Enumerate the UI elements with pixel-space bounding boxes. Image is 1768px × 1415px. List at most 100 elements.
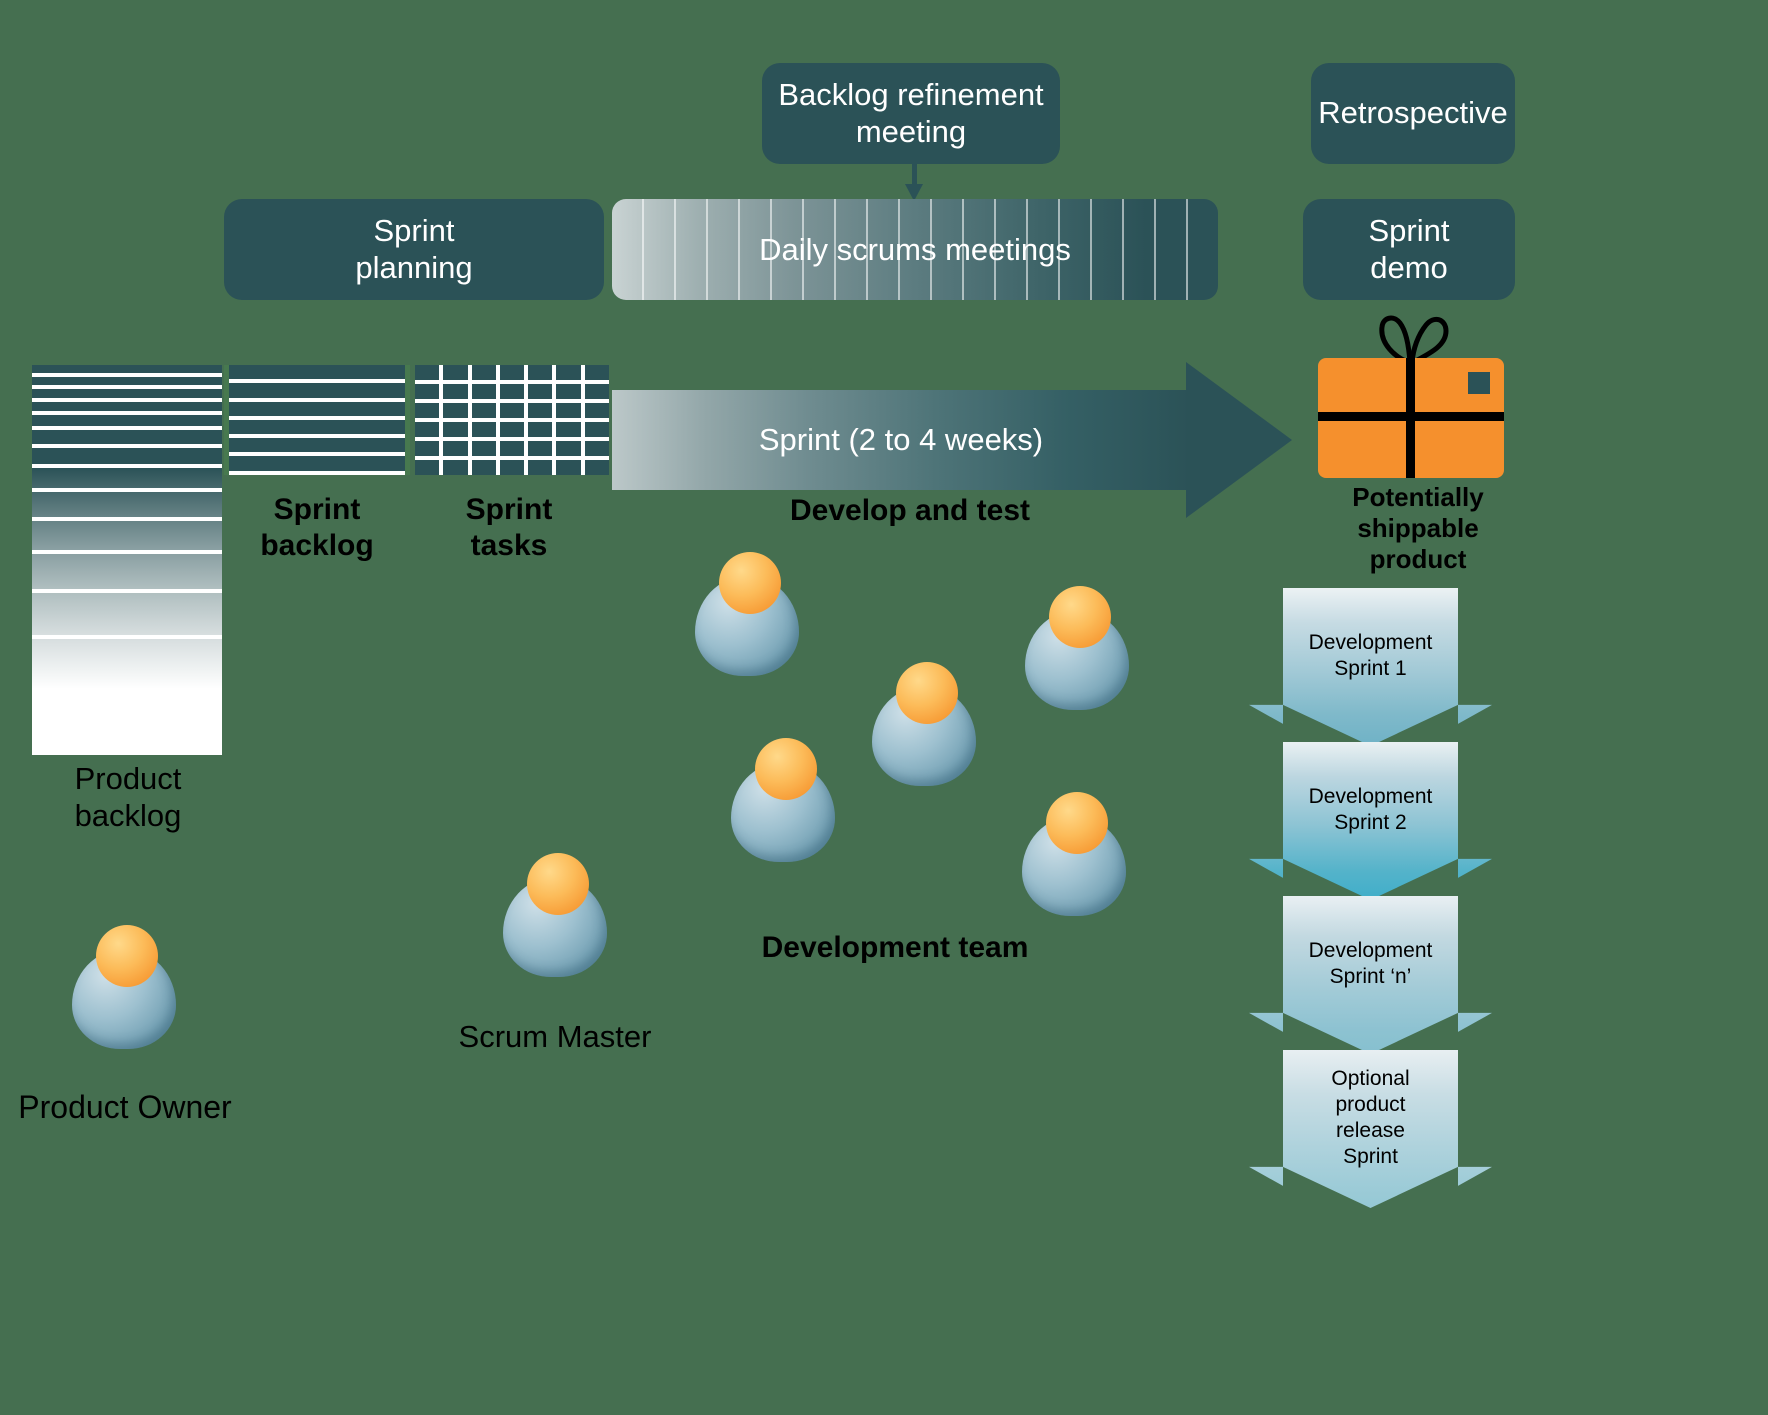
sprint-task-cell [499,403,525,418]
person-icon [872,662,976,786]
sprint-task-cell [415,403,440,418]
shippable-line1: Potentially [1352,482,1484,512]
sprint-stack-line1: Development [1308,938,1433,962]
product-backlog-row [32,376,222,389]
product-backlog-line2: backlog [74,798,182,834]
product-backlog-stack[interactable] [32,365,222,755]
product-backlog-row [32,468,222,493]
sprint-tasks-grid[interactable] [415,365,609,475]
sprint-demo-label: Sprint demo [1369,213,1450,286]
sprint-task-cell [584,384,609,399]
product-backlog-row [32,415,222,431]
sprint-task-cell [443,441,468,456]
arrow-right-icon [1186,362,1292,518]
sprint-stack-wing-r [1458,704,1492,724]
sprint-backlog-line1: Sprint [273,493,361,526]
sprint-stack-line2: Sprint 1 [1334,657,1407,680]
sprint-sequence-stack: Development Sprint 1 Development Sprint 2 De… [1249,588,1492,1208]
sprint-task-cell [415,460,440,475]
sprint-backlog-line2: backlog [260,529,374,562]
person-head [96,925,158,987]
sprint-task-cell [556,384,581,399]
sprint-stack-wing-r [1458,858,1492,878]
sprint-stack-item[interactable]: Optional product release Sprint [1249,1050,1492,1208]
sprint-backlog-stack[interactable] [224,365,410,475]
sprint-task-cell [499,460,525,475]
person-icon [1022,792,1126,916]
shippable-line3: product [1369,544,1467,575]
sprint-stack-item[interactable]: Development Sprint 1 [1249,588,1492,746]
sprint-backlog-row [229,401,405,420]
person-icon [695,552,799,676]
sprint-task-cell [528,460,553,475]
sprint-task-cell [556,460,581,475]
product-backlog-row [32,692,222,755]
sprint-task-cell [443,422,468,437]
product-backlog-row [32,447,222,469]
sprint-task-cell [584,403,609,418]
sprint-task-cell [471,441,496,456]
sprint-stack-label: Development Sprint 2 [1309,784,1433,859]
sprint-stack-item[interactable]: Development Sprint ‘n’ [1249,896,1492,1054]
product-owner-label: Product Owner [18,1089,232,1125]
person-icon [503,853,607,977]
arrow-down-icon [903,160,925,204]
development-team-label: Development team [761,931,1029,964]
product-backlog-row [32,365,222,377]
sprint-task-cell [528,365,553,380]
sprint-stack-line4: Sprint [1343,1145,1398,1169]
shippable-product-label: Potentially shippable product [1318,482,1518,576]
sprint-stack-label: Development Sprint ‘n’ [1309,938,1433,1013]
sprint-stack-wing-l [1249,704,1283,724]
product-backlog-row [32,492,222,521]
daily-scrums-label: Daily scrums meetings [759,231,1071,267]
shippable-line2: shippable [1357,513,1479,544]
gift-tag-square [1468,372,1490,394]
person-icon [731,738,835,862]
sprint-stack-wing-r [1458,1166,1492,1186]
product-backlog-row [32,520,222,554]
sprint-stack-line2: Sprint ‘n’ [1329,965,1412,988]
daily-scrums-bar[interactable]: Daily scrums meetings [612,199,1218,300]
sprint-task-cell [556,365,581,380]
sprint-stack-label: Development Sprint 1 [1309,630,1433,705]
sprint-task-cell [471,422,496,437]
sprint-task-cell [471,460,496,475]
product-backlog-row [32,553,222,594]
product-backlog-row [32,388,222,402]
sprint-task-cell [499,441,525,456]
sprint-tasks-line2: tasks [470,529,548,562]
sprint-task-cell [443,365,468,380]
sprint-planning-box[interactable]: Sprint planning [224,199,604,300]
sprint-tasks-line1: Sprint [465,493,553,526]
gift-icon[interactable] [1318,315,1504,478]
sprint-task-cell [584,441,609,456]
sprint-task-cell [415,384,440,399]
product-backlog-row [32,593,222,640]
backlog-refinement-box[interactable]: Backlog refinement meeting [762,63,1060,164]
sprint-stack-item[interactable]: Development Sprint 2 [1249,742,1492,900]
sprint-task-cell [556,403,581,418]
person-head [527,853,589,915]
sprint-demo-box[interactable]: Sprint demo [1303,199,1515,300]
person-icon [1025,586,1129,710]
sprint-task-cell [556,422,581,437]
retrospective-box[interactable]: Retrospective [1311,63,1515,164]
sprint-backlog-label: Sprint backlog [226,492,408,564]
sprint-backlog-row [229,383,405,402]
product-backlog-row [32,430,222,448]
sprint-task-cell [499,384,525,399]
sprint-backlog-row [229,456,405,475]
sprint-task-cell [471,403,496,418]
sprint-demo-line1: Sprint [1368,212,1450,248]
sprint-stack-wing-l [1249,1012,1283,1032]
sprint-task-cell [584,365,609,380]
sprint-task-cell [528,441,553,456]
sprint-stack-line1: Development [1308,784,1433,808]
diagram-canvas: Backlog refinement meeting Retrospective… [0,0,1768,1415]
sprint-task-cell [415,441,440,456]
sprint-tasks-label: Sprint tasks [418,492,600,564]
sprint-task-cell [415,422,440,437]
sprint-task-cell [499,422,525,437]
sprint-task-cell [528,403,553,418]
